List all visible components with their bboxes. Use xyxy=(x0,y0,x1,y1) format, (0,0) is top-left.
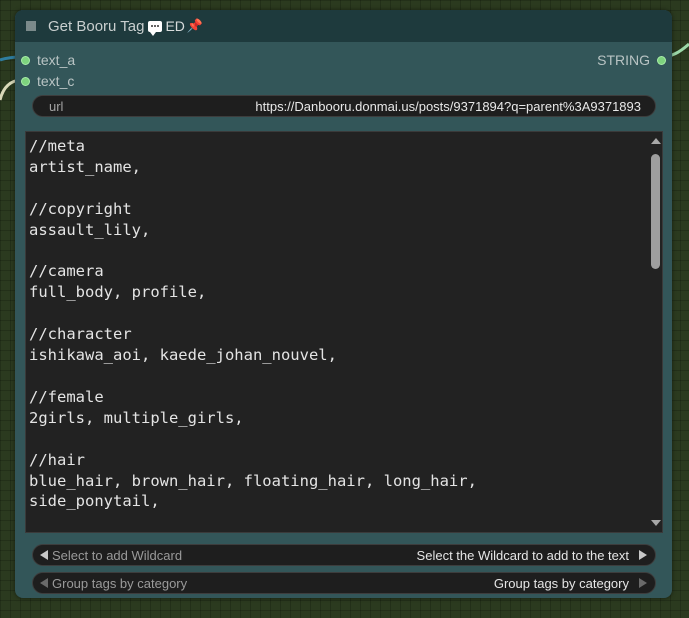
node-title: Get Booru Tag xyxy=(48,17,145,35)
url-input[interactable]: url https://Danbooru.donmai.us/posts/937… xyxy=(32,95,656,117)
output-connector-icon[interactable] xyxy=(657,55,666,65)
arrow-left-icon[interactable] xyxy=(40,578,48,588)
wildcard-select[interactable]: Select to add Wildcard Select the Wildca… xyxy=(32,544,656,566)
url-label: url xyxy=(49,98,64,114)
pushpin-icon: 📌 xyxy=(186,18,204,33)
output-slot-string[interactable]: STRING xyxy=(597,52,666,68)
input-slot-text-a[interactable]: text_a xyxy=(21,52,75,68)
textarea-scrollbar[interactable] xyxy=(648,132,662,532)
wildcard-value: Select the Wildcard to add to the text xyxy=(416,547,629,563)
input-connector-icon[interactable] xyxy=(21,76,30,86)
input-label: text_c xyxy=(37,73,75,89)
group-tags-select[interactable]: Group tags by category Group tags by cat… xyxy=(32,572,656,594)
input-connector-icon[interactable] xyxy=(21,55,30,65)
wildcard-label: Select to add Wildcard xyxy=(52,547,183,563)
badge-label: ED xyxy=(165,18,185,34)
node-title-bar[interactable]: Get Booru Tag ED 📌 xyxy=(15,10,672,42)
tags-textarea[interactable]: //meta artist_name, //copyright assault_… xyxy=(25,131,663,533)
input-slot-text-c[interactable]: text_c xyxy=(21,73,74,89)
get-booru-tag-node[interactable]: Get Booru Tag ED 📌 text_a text_c STRING … xyxy=(15,10,672,598)
group-tags-label: Group tags by category xyxy=(52,575,188,591)
arrow-left-icon[interactable] xyxy=(40,550,48,560)
collapse-toggle[interactable] xyxy=(26,21,36,31)
scroll-up-arrow-icon[interactable] xyxy=(651,138,661,144)
node-badge: ED 📌 xyxy=(148,18,204,36)
scroll-thumb[interactable] xyxy=(651,154,660,269)
arrow-right-icon[interactable] xyxy=(639,578,647,588)
chat-bubble-icon xyxy=(148,20,163,36)
output-label: STRING xyxy=(597,52,650,68)
url-value[interactable]: https://Danbooru.donmai.us/posts/9371894… xyxy=(255,99,641,114)
group-tags-value: Group tags by category xyxy=(493,575,629,591)
scroll-down-arrow-icon[interactable] xyxy=(651,520,661,526)
arrow-right-icon[interactable] xyxy=(639,550,647,560)
tags-text[interactable]: //meta artist_name, //copyright assault_… xyxy=(29,136,644,512)
input-label: text_a xyxy=(37,52,76,68)
